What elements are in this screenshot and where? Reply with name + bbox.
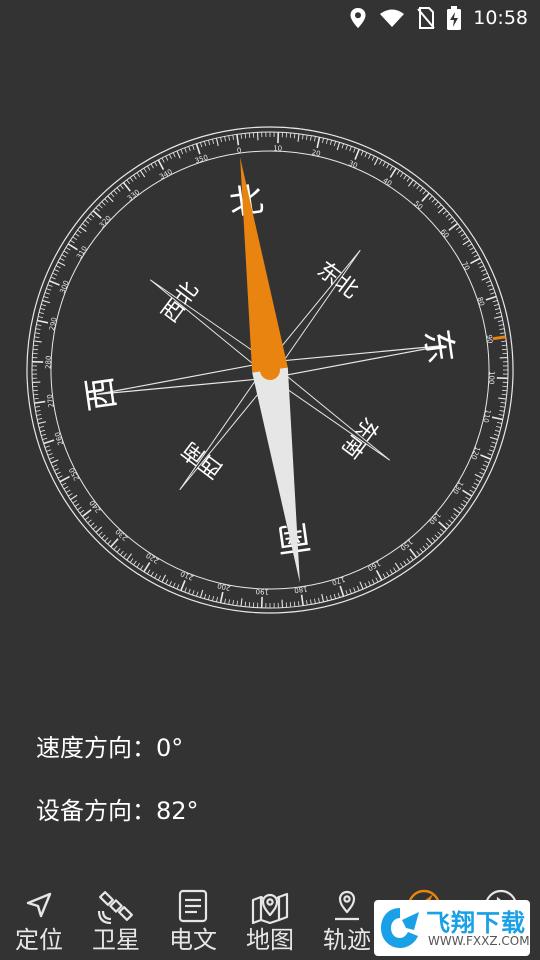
nav-item-message[interactable]: 电文 <box>154 880 232 960</box>
heading-marker <box>492 335 506 341</box>
svg-text:310: 310 <box>75 245 89 261</box>
watermark-logo-icon <box>381 908 419 948</box>
svg-text:260: 260 <box>53 431 65 446</box>
svg-text:90: 90 <box>485 334 494 344</box>
navigation-arrow-icon <box>26 892 52 918</box>
compass-dial: 9010011012013014015016017018019020021022… <box>26 126 514 614</box>
device-direction-readout: 设备方向：82° <box>36 797 199 825</box>
document-icon <box>178 889 208 923</box>
svg-text:220: 220 <box>145 551 161 565</box>
svg-text:270: 270 <box>46 394 56 408</box>
direction-label-main: 西 <box>79 374 123 413</box>
svg-text:300: 300 <box>58 279 70 294</box>
nav-item-satellite[interactable]: 卫星 <box>77 880 155 960</box>
map-pin-icon <box>251 892 289 925</box>
svg-text:130: 130 <box>451 480 465 496</box>
direction-label-inter: 西南 <box>177 436 227 482</box>
svg-text:280: 280 <box>44 355 52 369</box>
nav-label-satellite: 卫星 <box>92 926 140 954</box>
svg-text:150: 150 <box>399 537 414 552</box>
svg-text:40: 40 <box>381 176 393 188</box>
svg-text:160: 160 <box>366 559 382 572</box>
direction-label-inter: 东北 <box>312 257 362 303</box>
svg-text:240: 240 <box>88 499 103 514</box>
nav-item-map[interactable]: 地图 <box>231 880 309 960</box>
watermark-logo: 飞翔下载 WWW.FXXZ.COM <box>374 900 530 956</box>
svg-text:210: 210 <box>179 569 194 581</box>
svg-text:110: 110 <box>481 409 492 424</box>
speed-direction-readout: 速度方向：0° <box>36 734 184 762</box>
watermark-subtitle: WWW.FXXZ.COM <box>428 934 530 948</box>
svg-text:80: 80 <box>475 296 485 307</box>
svg-text:330: 330 <box>126 188 141 203</box>
svg-text:20: 20 <box>311 149 321 159</box>
svg-text:180: 180 <box>294 584 308 594</box>
svg-text:290: 290 <box>48 317 59 332</box>
svg-text:30: 30 <box>347 159 358 170</box>
svg-text:100: 100 <box>487 371 495 385</box>
watermark-title: 飞翔下载 <box>426 909 526 937</box>
direction-label-inter: 西北 <box>157 277 203 327</box>
svg-text:340: 340 <box>158 168 174 181</box>
svg-text:190: 190 <box>255 587 269 595</box>
svg-text:250: 250 <box>68 466 81 482</box>
svg-text:0: 0 <box>236 146 242 155</box>
svg-text:120: 120 <box>469 445 481 460</box>
direction-label-inter: 东南 <box>336 412 382 462</box>
nav-label-map: 地图 <box>246 926 294 954</box>
satellite-icon <box>97 891 133 925</box>
location-pin-icon <box>335 890 359 921</box>
svg-text:200: 200 <box>217 581 232 592</box>
nav-label-message: 电文 <box>169 926 217 954</box>
nav-label-locate: 定位 <box>15 926 63 954</box>
svg-text:170: 170 <box>331 575 346 587</box>
nav-item-locate[interactable]: 定位 <box>0 880 78 960</box>
direction-label-main: 东 <box>416 327 460 366</box>
svg-text:350: 350 <box>194 153 209 165</box>
svg-text:70: 70 <box>460 260 471 272</box>
svg-text:10: 10 <box>273 144 282 152</box>
